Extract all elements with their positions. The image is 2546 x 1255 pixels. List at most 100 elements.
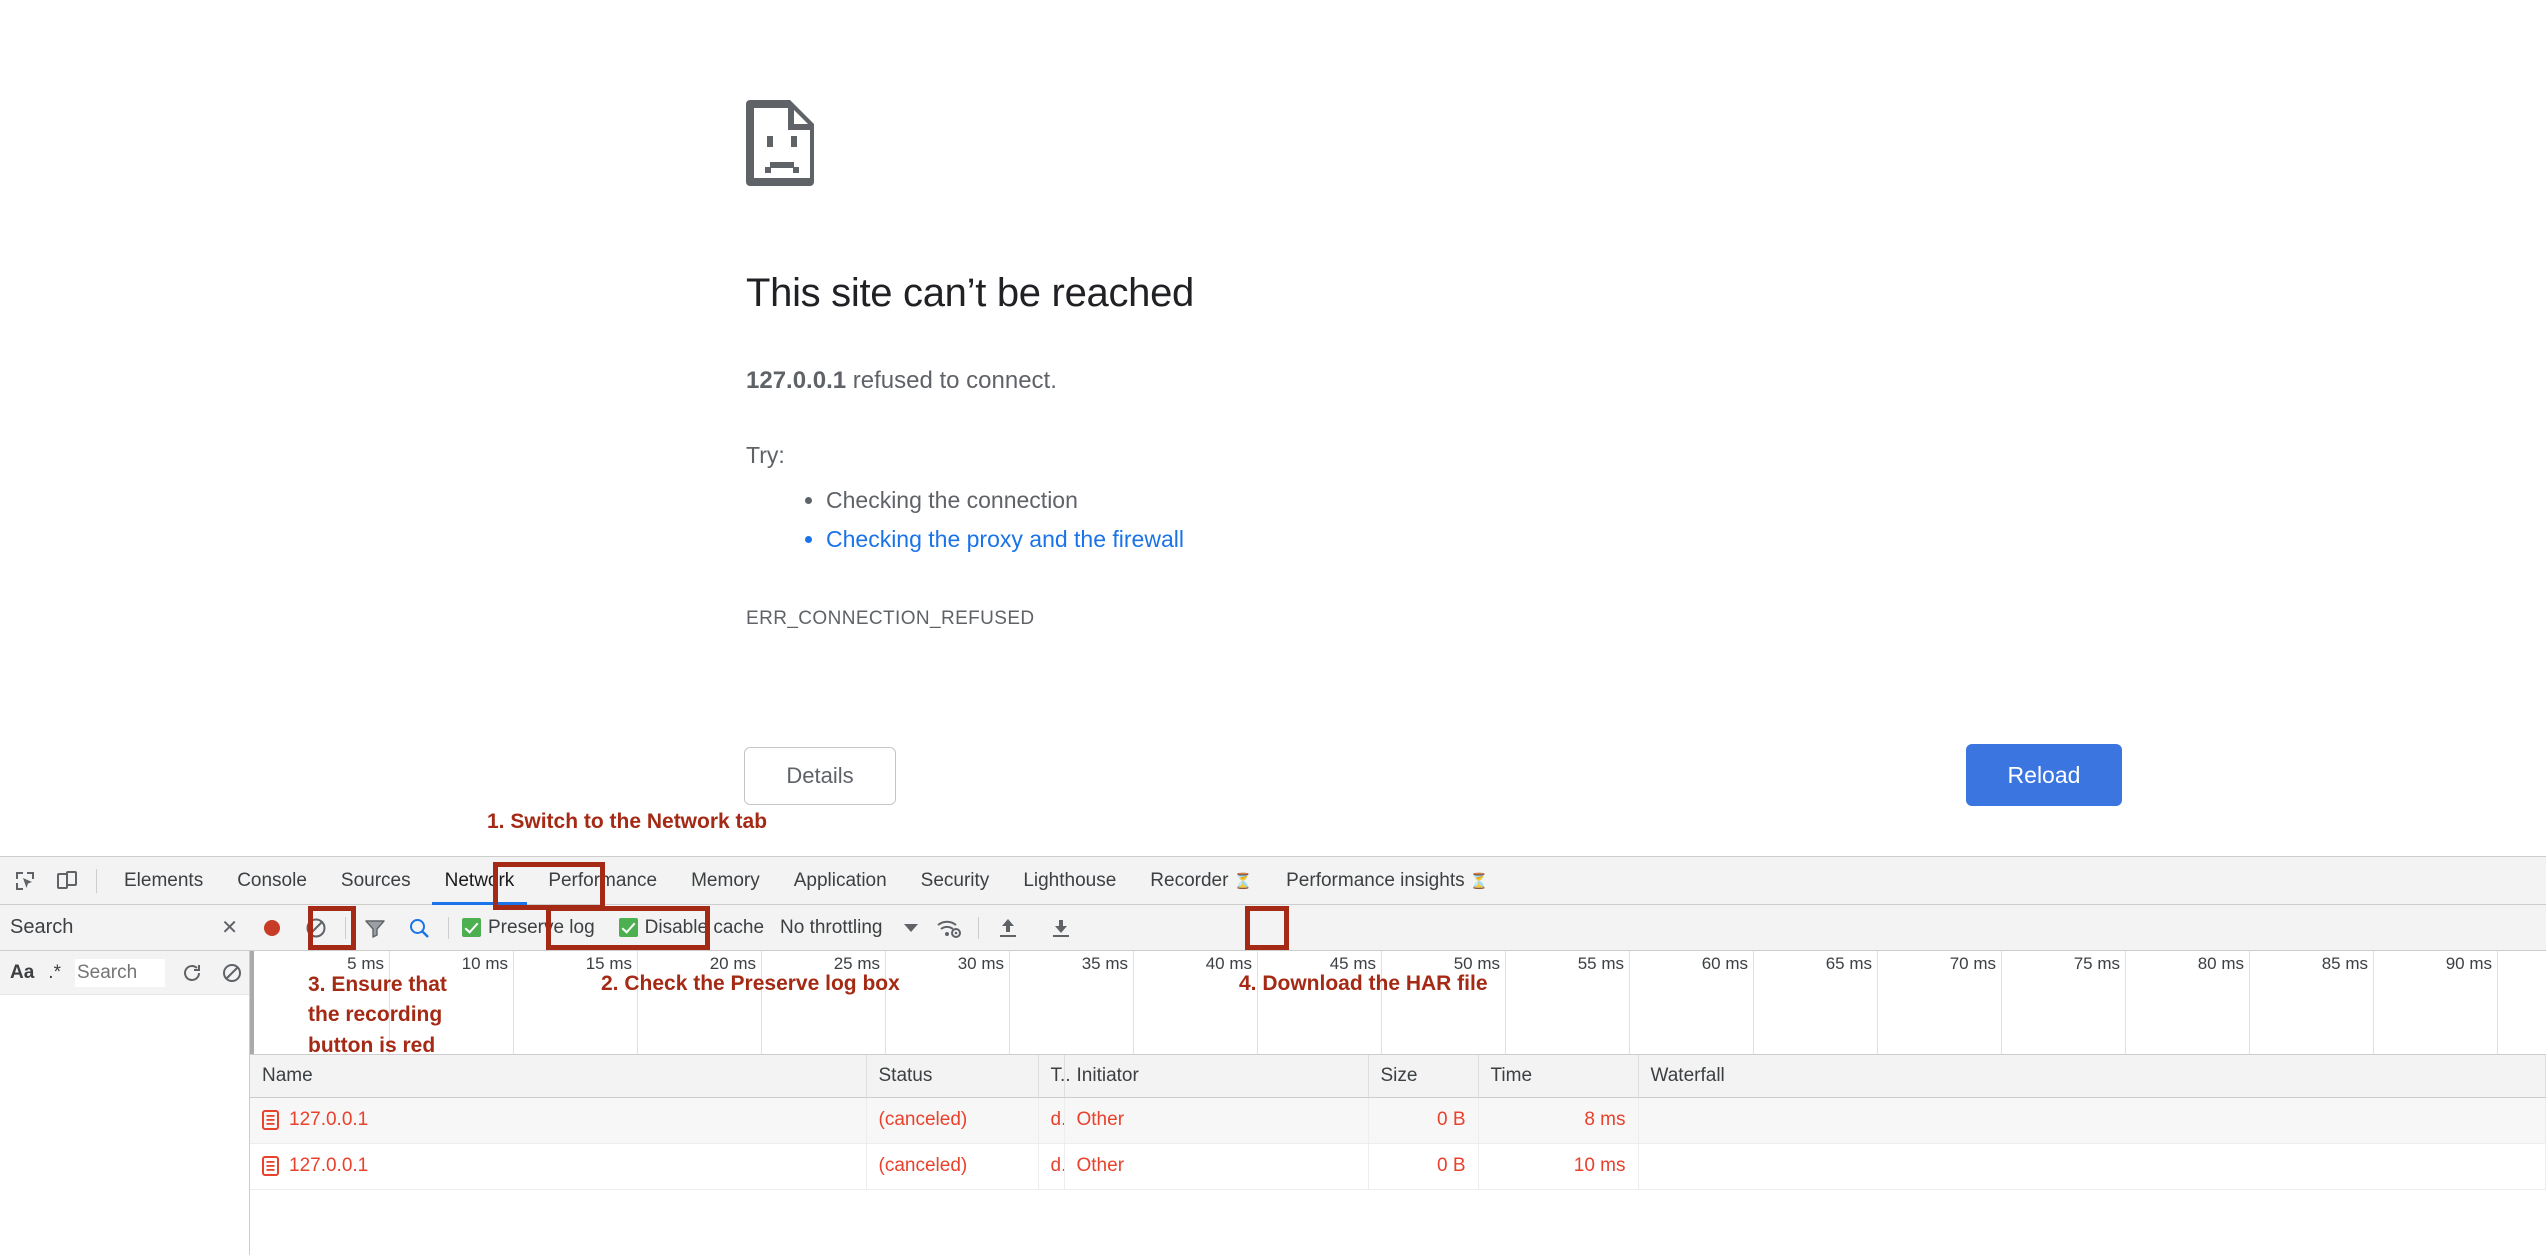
request-name: 127.0.0.1 — [289, 1155, 369, 1176]
network-conditions-icon[interactable] — [932, 911, 966, 945]
cell-name: 127.0.0.1 — [250, 1143, 867, 1190]
disable-cache-label: Disable cache — [644, 916, 765, 938]
tab-performance[interactable]: Performance — [531, 857, 674, 905]
cell-type: d... — [1038, 1097, 1065, 1144]
column-header-status[interactable]: Status — [866, 1055, 1039, 1098]
search-sidebar: Aa .* — [0, 951, 250, 1255]
timeline-tick-label: 40 ms — [1205, 954, 1252, 973]
timeline-tick-label: 75 ms — [2073, 954, 2120, 973]
timeline-tick: 75 ms — [2002, 951, 2126, 1054]
hourglass-icon: ⏳ — [1233, 872, 1253, 890]
search-drawer-label: Search — [10, 916, 74, 938]
network-requests-table: Name Status T.. Initiator Size Time Wate… — [250, 1055, 2546, 1190]
tab-label: Application — [793, 869, 887, 891]
timeline-tick: 20 ms — [638, 951, 762, 1054]
preserve-log-checkbox[interactable]: Preserve log — [462, 917, 595, 939]
cell-time: 10 ms — [1478, 1143, 1639, 1190]
close-icon[interactable]: ✕ — [221, 915, 238, 940]
search-drawer-header: Search ✕ — [0, 905, 250, 950]
reload-button[interactable]: Reload — [1966, 744, 2122, 806]
cell-initiator: Other — [1064, 1097, 1369, 1144]
annotation-step-2: 2. Check the Preserve log box — [601, 972, 900, 995]
cell-initiator: Other — [1064, 1143, 1369, 1190]
network-timeline-ruler[interactable]: 5 ms 10 ms 15 ms 20 ms 25 ms 30 ms 35 ms 40 ms 4… — [250, 951, 2546, 1055]
tab-label: Network — [444, 869, 515, 891]
tab-label: Recorder — [1150, 869, 1229, 891]
table-row[interactable]: 127.0.0.1 (canceled) d... Other 0 B 8 ms — [250, 1097, 2546, 1144]
try-label: Try: — [746, 441, 785, 468]
toolbar-divider — [448, 916, 449, 939]
cell-name: 127.0.0.1 — [250, 1097, 867, 1144]
disable-cache-checkbox[interactable]: Disable cache — [618, 916, 765, 939]
tab-performance-insights[interactable]: Performance insights ⏳ — [1269, 857, 1505, 905]
timeline-tick-label: 80 ms — [2197, 954, 2244, 973]
throttling-select[interactable]: No throttling — [780, 917, 882, 939]
timeline-tick: 40 ms — [1134, 951, 1258, 1054]
filter-icon[interactable] — [358, 911, 392, 945]
export-har-icon[interactable] — [1044, 911, 1078, 945]
table-row[interactable]: 127.0.0.1 (canceled) d... Other 0 B 10 m… — [250, 1143, 2546, 1190]
timeline-tick-label: 10 ms — [461, 954, 508, 973]
search-icon[interactable] — [402, 911, 436, 945]
timeline-tick-label: 30 ms — [957, 954, 1004, 973]
error-subtitle-rest: refused to connect. — [846, 367, 1057, 394]
inspect-element-icon[interactable] — [8, 864, 42, 898]
error-host: 127.0.0.1 — [746, 367, 847, 394]
clear-icon[interactable] — [219, 960, 245, 986]
tab-application[interactable]: Application — [777, 857, 904, 905]
timeline-tick: 55 ms — [1506, 951, 1630, 1054]
search-input[interactable] — [74, 958, 165, 987]
timeline-tick-label: 20 ms — [709, 954, 756, 973]
column-header-size[interactable]: Size — [1368, 1055, 1479, 1098]
tab-console[interactable]: Console — [220, 857, 324, 905]
timeline-tick-label: 15 ms — [585, 954, 632, 973]
tab-security[interactable]: Security — [904, 857, 1007, 905]
toolbar-divider — [96, 868, 97, 893]
network-toolbar: Search ✕ Preserve log Disable cache No t… — [0, 905, 2546, 951]
timeline-tick: 60 ms — [1630, 951, 1754, 1054]
cell-waterfall — [1638, 1143, 2546, 1190]
clear-button[interactable] — [299, 911, 333, 945]
timeline-tick: 25 ms — [762, 951, 886, 1054]
column-header-waterfall[interactable]: Waterfall — [1638, 1055, 2546, 1098]
hourglass-icon: ⏳ — [1469, 872, 1489, 890]
timeline-tick-label: 50 ms — [1453, 954, 1500, 973]
list-item: Checking the connection — [826, 481, 1846, 521]
timeline-tick-label: 85 ms — [2321, 954, 2368, 973]
document-icon — [262, 1110, 279, 1130]
error-page: This site can’t be reached 127.0.0.1 ref… — [0, 0, 2546, 856]
tab-elements[interactable]: Elements — [107, 857, 220, 905]
column-header-time[interactable]: Time — [1478, 1055, 1639, 1098]
regex-icon[interactable]: .* — [48, 962, 61, 984]
device-toolbar-icon[interactable] — [50, 864, 84, 898]
timeline-tick: 15 ms — [514, 951, 638, 1054]
timeline-tick: 90 ms — [2374, 951, 2498, 1054]
chevron-down-icon[interactable] — [904, 923, 919, 932]
network-main: 5 ms 10 ms 15 ms 20 ms 25 ms 30 ms 35 ms 40 ms 4… — [250, 951, 2546, 1255]
column-header-type[interactable]: T.. — [1038, 1055, 1071, 1098]
details-button[interactable]: Details — [744, 747, 896, 805]
record-button[interactable] — [255, 911, 289, 945]
list-item[interactable]: Checking the proxy and the firewall — [826, 520, 1846, 560]
proxy-firewall-link[interactable]: Checking the proxy and the firewall — [826, 526, 1184, 552]
toolbar-divider — [978, 916, 980, 939]
import-har-icon[interactable] — [991, 911, 1025, 945]
error-content: This site can’t be reached 127.0.0.1 ref… — [746, 100, 1846, 630]
tab-sources[interactable]: Sources — [324, 857, 428, 905]
preserve-log-label: Preserve log — [488, 916, 595, 938]
timeline-tick-label: 65 ms — [1825, 954, 1872, 973]
refresh-icon[interactable] — [179, 960, 205, 986]
tab-memory[interactable]: Memory — [674, 857, 777, 905]
timeline-left-edge — [250, 951, 254, 1054]
match-case-icon[interactable]: Aa — [10, 962, 34, 984]
tab-network[interactable]: Network — [428, 857, 532, 905]
timeline-tick: 30 ms — [886, 951, 1010, 1054]
tab-label: Console — [237, 869, 307, 891]
timeline-tick: 85 ms — [2250, 951, 2374, 1054]
timeline-tick: 45 ms — [1258, 951, 1382, 1054]
tab-recorder[interactable]: Recorder ⏳ — [1133, 857, 1269, 905]
tab-label: Elements — [124, 869, 204, 891]
column-header-initiator[interactable]: Initiator — [1064, 1055, 1369, 1098]
tab-lighthouse[interactable]: Lighthouse — [1006, 857, 1133, 905]
annotation-step-4: 4. Download the HAR file — [1239, 972, 1488, 995]
